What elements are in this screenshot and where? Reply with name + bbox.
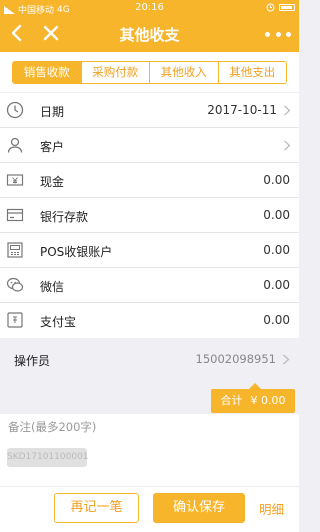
- alipay-label: 支付宝: [40, 315, 77, 329]
- cash-amount: 0.00: [263, 173, 290, 187]
- tab-other-income[interactable]: 其他收入: [150, 62, 219, 83]
- chevron-right-icon: [284, 105, 291, 116]
- alipay-amount: 0.00: [263, 313, 290, 327]
- total-value: ¥ 0.00: [250, 394, 286, 407]
- total-badge: 合计 ¥ 0.00: [211, 383, 295, 413]
- more-icon[interactable]: [265, 24, 291, 44]
- document-code: SKD17101100001: [7, 448, 89, 467]
- alarm-icon: [266, 3, 275, 12]
- note-section: 备注(最多200字) SKD17101100001: [0, 414, 299, 486]
- pos-account-amount: 0.00: [263, 243, 290, 257]
- battery-icon: [279, 4, 295, 11]
- operator-value: 15002098951: [195, 352, 276, 366]
- details-link[interactable]: 明细: [259, 499, 284, 518]
- alipay-icon: [7, 312, 23, 328]
- clock-icon: [6, 101, 24, 119]
- bank-deposit-amount: 0.00: [263, 208, 290, 222]
- tab-bar: 销售收款 采购付款 其他收入 其他支出: [0, 52, 299, 92]
- operator-label: 操作员: [14, 354, 51, 368]
- tab-purchase-payment[interactable]: 采购付款: [81, 62, 150, 83]
- date-label: 日期: [40, 105, 65, 119]
- wechat-row[interactable]: 微信 0.00: [0, 268, 299, 303]
- wechat-label: 微信: [40, 280, 65, 294]
- bank-deposit-row[interactable]: 银行存款 0.00: [0, 198, 299, 233]
- date-row[interactable]: 日期 2017-10-11: [0, 93, 299, 128]
- pos-account-label: POS收银账户: [40, 245, 113, 259]
- total-label: 合计: [220, 394, 243, 407]
- confirm-save-button[interactable]: 确认保存: [153, 493, 245, 523]
- bank-card-icon: [6, 208, 24, 222]
- record-another-button[interactable]: 再记一笔: [54, 493, 139, 523]
- date-value: 2017-10-11: [207, 103, 277, 117]
- chevron-right-icon: [284, 140, 291, 151]
- chevron-right-icon: [283, 354, 290, 365]
- wechat-amount: 0.00: [263, 278, 290, 292]
- segmented-tabs: 销售收款 采购付款 其他收入 其他支出: [12, 61, 287, 84]
- customer-label: 客户: [40, 140, 65, 154]
- cash-icon: [6, 174, 24, 186]
- page-title: 其他收支: [119, 26, 180, 44]
- alipay-row[interactable]: 支付宝 0.00: [0, 303, 299, 338]
- tab-sales-receipt[interactable]: 销售收款: [13, 62, 82, 83]
- wechat-icon: [6, 277, 24, 292]
- nav-bar: 其他收支: [0, 16, 299, 52]
- tab-other-expense[interactable]: 其他支出: [218, 62, 286, 83]
- operator-row[interactable]: 操作员 15002098951: [0, 340, 299, 378]
- customer-row[interactable]: 客户: [0, 128, 299, 163]
- cash-label: 现金: [40, 175, 65, 189]
- footer-bar: 再记一笔 确认保存 明细: [0, 486, 299, 532]
- person-icon: [7, 137, 23, 153]
- bank-deposit-label: 银行存款: [40, 210, 89, 224]
- status-bar: 中国移动 4G 20:16: [0, 0, 299, 16]
- note-input[interactable]: 备注(最多200字): [8, 419, 96, 435]
- cash-row[interactable]: 现金 0.00: [0, 163, 299, 198]
- pos-terminal-icon: [7, 242, 23, 258]
- pos-account-row[interactable]: POS收银账户 0.00: [0, 233, 299, 268]
- status-time: 20:16: [135, 2, 164, 13]
- form-list: 日期 2017-10-11 客户 现金 0.00 银行存款 0.00 POS收银…: [0, 93, 299, 338]
